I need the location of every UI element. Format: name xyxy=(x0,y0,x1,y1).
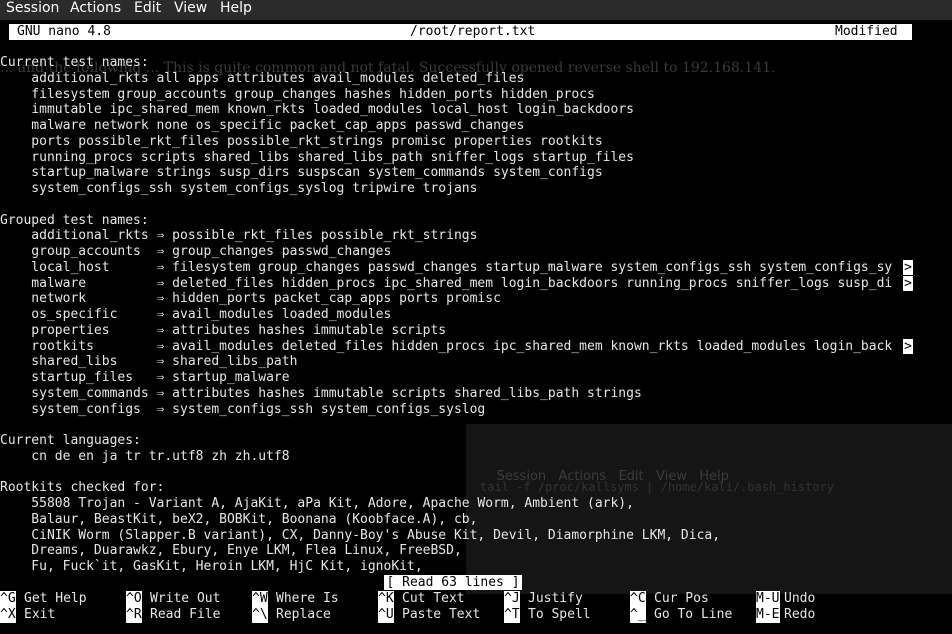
shortcut-to-spell[interactable]: ^T To Spell xyxy=(504,607,591,623)
editor-line: Balaur, BeastKit, beX2, BOBKit, Boonana … xyxy=(0,511,478,527)
editor-line: properties ⇒ attributes hashes immutable… xyxy=(0,322,447,338)
editor-line: Current languages: xyxy=(0,433,141,448)
editor-line: startup_files ⇒ startup_malware xyxy=(0,370,290,385)
editor-line: Dreams, Duarawkz, Ebury, Enye LKM, Flea … xyxy=(0,543,462,559)
app-version: GNU nano 4.8 xyxy=(17,24,111,39)
shortcut-key: ^O xyxy=(126,591,142,607)
shortcut-key: ^K xyxy=(378,591,394,607)
menu-actions[interactable]: Actions xyxy=(68,0,123,19)
shortcut-label: Go To Line xyxy=(654,607,733,622)
shortcut-paste-text[interactable]: ^U Paste Text xyxy=(378,607,480,623)
shortcut-label: Cut Text xyxy=(402,591,465,606)
line-truncation-marker: > xyxy=(903,259,913,275)
shortcut-key: ^X xyxy=(0,607,16,623)
editor-line: Current test names: xyxy=(0,55,149,70)
line-truncation-marker: > xyxy=(903,275,913,291)
shortcut-key: ^C xyxy=(630,591,646,607)
shortcut-cur-pos[interactable]: ^C Cur Pos xyxy=(630,591,709,607)
editor-line: network ⇒ hidden_ports packet_cap_apps p… xyxy=(0,291,501,307)
nano-title-bar: GNU nano 4.8 /root/report.txt Modified xyxy=(9,24,912,40)
line-truncation-marker: > xyxy=(903,338,913,354)
editor-line: additional_rkts ⇒ possible_rkt_files pos… xyxy=(0,228,478,244)
shortcut-undo[interactable]: M-U Undo xyxy=(756,591,815,607)
editor-line: filesystem group_accounts group_changes … xyxy=(0,86,595,102)
editor-line: immutable ipc_shared_mem known_rkts load… xyxy=(0,102,634,118)
editor-line: system_configs_ssh system_configs_syslog… xyxy=(0,181,478,196)
file-path: /root/report.txt xyxy=(410,24,536,39)
shortcut-label: Write Out xyxy=(150,591,221,606)
shortcut-exit[interactable]: ^X Exit xyxy=(0,607,55,623)
shortcut-label: Redo xyxy=(784,607,816,622)
shortcut-key: M-E xyxy=(756,607,780,623)
shortcut-get-help[interactable]: ^G Get Help xyxy=(0,591,87,607)
editor-line: local_host ⇒ filesystem group_changes pa… xyxy=(0,259,893,275)
editor-line: os_specific ⇒ avail_modules loaded_modul… xyxy=(0,307,392,322)
shortcut-label: Read File xyxy=(150,607,221,622)
shortcut-key: ^W xyxy=(252,591,268,607)
shortcut-cut-text[interactable]: ^K Cut Text xyxy=(378,591,465,607)
editor-area[interactable]: Current test names: additional_rkts all … xyxy=(0,55,952,577)
shortcut-key: ^U xyxy=(378,607,394,623)
shortcut-key: ^J xyxy=(504,591,520,607)
editor-line: malware network none os_specific packet_… xyxy=(0,118,525,133)
editor-line: cn de en ja tr tr.utf8 zh zh.utf8 xyxy=(0,448,290,464)
shortcut-key: ^R xyxy=(126,607,142,623)
menu-help[interactable]: Help xyxy=(218,0,254,19)
shortcut-write-out[interactable]: ^O Write Out xyxy=(126,591,220,607)
shortcut-label: To Spell xyxy=(528,607,591,622)
editor-line: group_accounts ⇒ group_changes passwd_ch… xyxy=(0,244,392,259)
shortcut-read-file[interactable]: ^R Read File xyxy=(126,607,220,623)
editor-line: rootkits ⇒ avail_modules deleted_files h… xyxy=(0,338,893,354)
shortcut-key: ^\ xyxy=(252,607,268,623)
shortcut-label: Cur Pos xyxy=(654,591,709,606)
shortcut-label: Where Is xyxy=(276,591,339,606)
editor-line: additional_rkts all apps attributes avai… xyxy=(0,70,525,86)
editor-line: running_procs scripts shared_libs shared… xyxy=(0,149,634,165)
editor-line: Grouped test names: xyxy=(0,212,149,228)
shortcut-label: Exit xyxy=(24,607,56,622)
shortcut-go-to-line[interactable]: ^_ Go To Line xyxy=(630,607,732,623)
editor-line: CiNIK Worm (Slapper.B variant), CX, Dann… xyxy=(0,527,721,543)
shortcut-key: ^_ xyxy=(630,607,646,623)
shortcut-label: Paste Text xyxy=(402,607,481,622)
editor-line: system_configs ⇒ system_configs_ssh syst… xyxy=(0,401,486,417)
editor-line: ports possible_rkt_files possible_rkt_st… xyxy=(0,133,603,149)
menu-edit[interactable]: Edit xyxy=(132,0,163,19)
shortcut-where-is[interactable]: ^W Where Is xyxy=(252,591,339,607)
shortcut-label: Replace xyxy=(276,607,331,622)
menu-view[interactable]: View xyxy=(172,0,209,19)
status-message: [ Read 63 lines ] xyxy=(384,575,522,590)
shortcut-label: Undo xyxy=(784,591,816,606)
shortcut-justify[interactable]: ^J Justify xyxy=(504,591,583,607)
editor-line: 55808 Trojan - Variant A, AjaKit, aPa Ki… xyxy=(0,496,634,511)
editor-line: Fu, Fuck`it, GasKit, Heroin LKM, HjC Kit… xyxy=(0,559,423,574)
shortcut-key: ^T xyxy=(504,607,520,623)
editor-line: startup_malware strings susp_dirs suspsc… xyxy=(0,165,603,181)
shortcut-redo[interactable]: M-E Redo xyxy=(756,607,815,623)
shortcut-key: M-U xyxy=(756,591,780,607)
shortcut-replace[interactable]: ^\ Replace xyxy=(252,607,331,623)
menu-bar: Session Actions Edit View Help xyxy=(0,0,952,20)
shortcut-label: Justify xyxy=(528,591,583,606)
shortcut-key: ^G xyxy=(0,591,16,607)
editor-line: system_commands ⇒ attributes hashes immu… xyxy=(0,385,642,401)
menu-session[interactable]: Session xyxy=(4,0,61,19)
editor-line: Rootkits checked for: xyxy=(0,480,165,496)
editor-line: malware ⇒ deleted_files hidden_procs ipc… xyxy=(0,275,893,291)
modified-indicator: Modified xyxy=(835,24,898,39)
editor-line: shared_libs ⇒ shared_libs_path xyxy=(0,354,298,370)
shortcut-label: Get Help xyxy=(24,591,87,606)
